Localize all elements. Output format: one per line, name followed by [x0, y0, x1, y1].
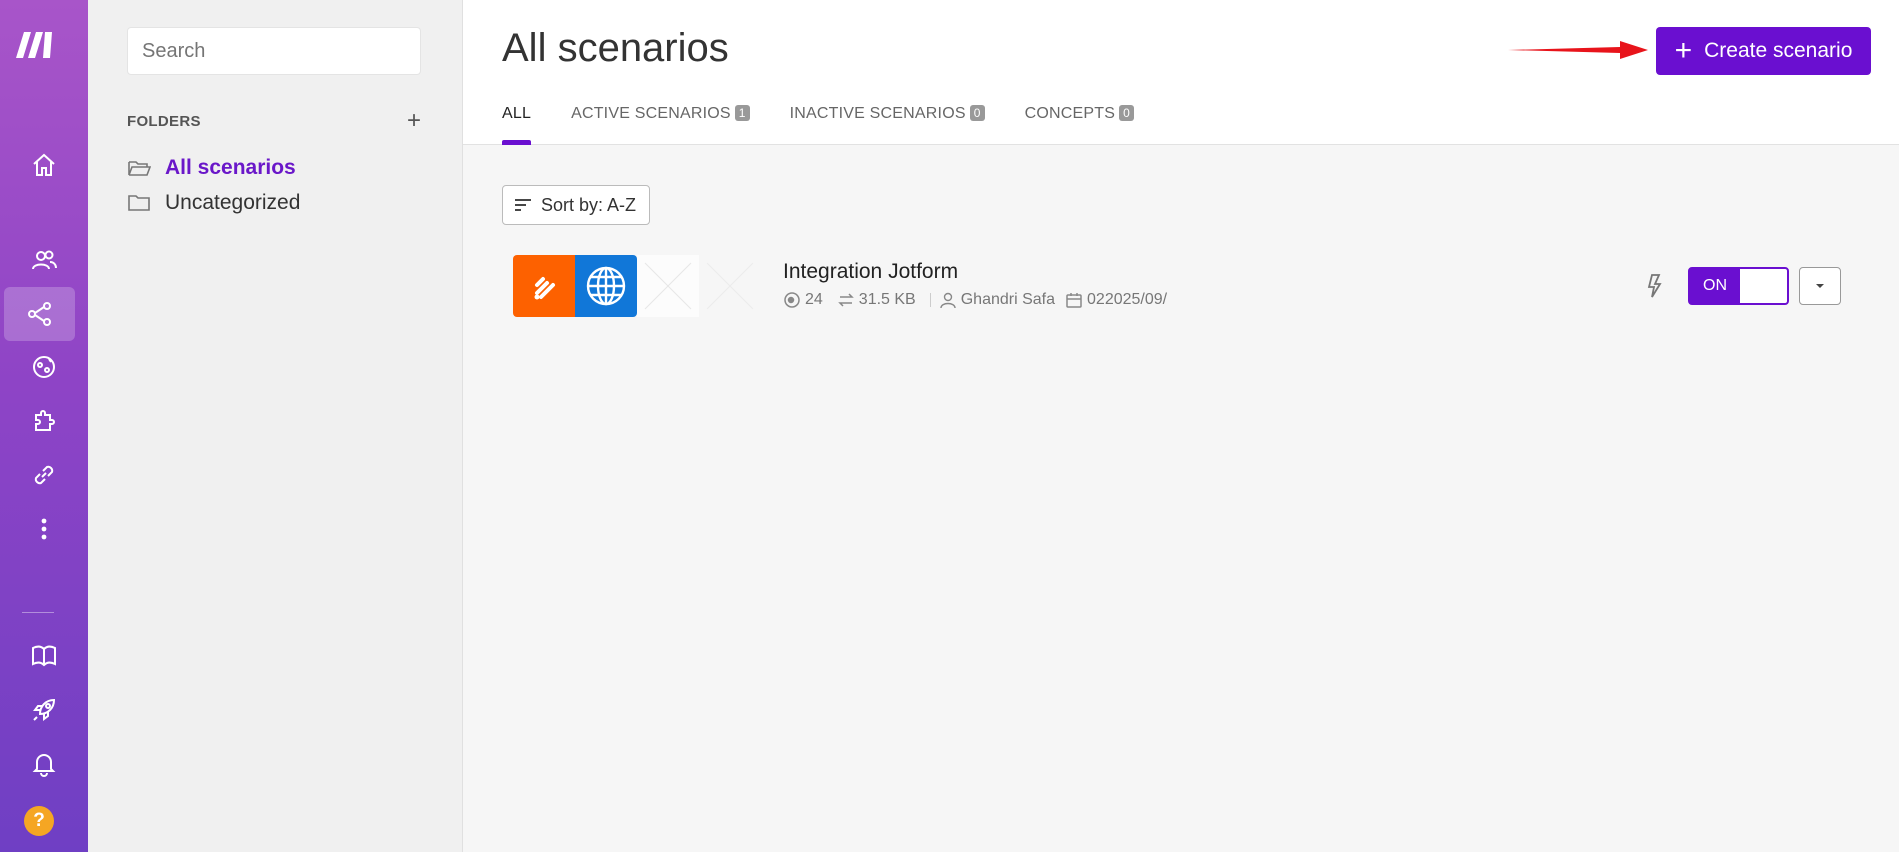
page-title: All scenarios: [502, 26, 729, 70]
folders-header: FOLDERS +: [127, 109, 421, 134]
more-icon[interactable]: [0, 502, 88, 556]
operations-stat: 24: [783, 291, 823, 309]
connections-icon[interactable]: [0, 448, 88, 502]
transfer-icon: [837, 293, 854, 307]
scenarios-icon[interactable]: [4, 287, 75, 341]
scenario-tabs: ALL ACTIVE SCENARIOS 1 INACTIVE SCENARIOS…: [502, 105, 1174, 145]
owner-stat: Ghandri Safa: [939, 291, 1055, 309]
help-icon[interactable]: ?: [24, 806, 54, 836]
calendar-icon: [1066, 293, 1082, 308]
tab-inactive-scenarios[interactable]: INACTIVE SCENARIOS 0: [790, 105, 985, 145]
caret-down-icon: [1816, 284, 1824, 288]
empty-module-placeholder-icon: [637, 255, 699, 317]
tab-concepts[interactable]: CONCEPTS 0: [1025, 105, 1134, 145]
toggle-on-label: ON: [1690, 269, 1740, 303]
scenario-row[interactable]: Integration Jotform 24 31.5 KB Ghandri S…: [502, 250, 1842, 322]
tab-active-scenarios[interactable]: ACTIVE SCENARIOS 1: [571, 105, 750, 145]
date-stat: 022025/09/: [1065, 291, 1167, 309]
launch-icon[interactable]: [0, 683, 88, 737]
logo-icon[interactable]: [14, 26, 62, 62]
apps-icon[interactable]: [0, 394, 88, 448]
scenario-date: 022025/09/: [1087, 291, 1168, 308]
http-globe-icon: [575, 255, 637, 317]
add-folder-button[interactable]: +: [407, 109, 421, 133]
instant-trigger-icon: [1647, 274, 1662, 298]
sort-button[interactable]: Sort by: A-Z: [502, 185, 650, 225]
tab-label: ALL: [502, 105, 532, 122]
tab-label: INACTIVE SCENARIOS: [789, 105, 966, 122]
count-badge: 1: [734, 105, 750, 121]
folder-label: All scenarios: [165, 156, 296, 179]
scenario-name[interactable]: Integration Jotform: [783, 260, 958, 284]
folder-icon: [128, 195, 150, 211]
scenario-options-dropdown[interactable]: [1799, 267, 1841, 305]
search-input[interactable]: [127, 27, 421, 75]
sort-label: Sort by: A-Z: [541, 194, 637, 215]
data-transfer-stat: 31.5 KB: [837, 291, 916, 309]
team-icon[interactable]: [0, 233, 88, 287]
sort-icon: [515, 199, 531, 211]
tab-all[interactable]: ALL: [502, 105, 532, 145]
meta-divider: [929, 293, 931, 307]
create-scenario-label: Create scenario: [1704, 39, 1853, 62]
notifications-icon[interactable]: [0, 737, 88, 791]
red-arrow-annotation: [1508, 41, 1648, 59]
tab-label: CONCEPTS: [1024, 105, 1116, 122]
create-scenario-button[interactable]: + Create scenario: [1656, 27, 1871, 75]
empty-module-placeholder-icon: [699, 255, 761, 317]
user-icon: [940, 292, 956, 309]
main-header: All scenarios + Create scenario ALL ACTI…: [463, 0, 1899, 145]
count-badge: 0: [1119, 105, 1134, 121]
left-rail: ?: [0, 0, 88, 852]
home-icon[interactable]: [0, 138, 88, 192]
data-size: 31.5 KB: [858, 291, 916, 308]
rail-divider: [22, 612, 54, 613]
templates-icon[interactable]: [0, 340, 88, 394]
operations-icon: [784, 292, 800, 308]
owner-name: Ghandri Safa: [960, 291, 1056, 308]
folder-open-icon: [128, 161, 151, 176]
docs-icon[interactable]: [0, 629, 88, 683]
plus-icon: +: [1674, 34, 1693, 67]
folder-uncategorized[interactable]: Uncategorized: [127, 188, 300, 218]
folder-all-scenarios[interactable]: All scenarios: [127, 153, 296, 183]
scenario-meta: 24 31.5 KB Ghandri Safa 022025/09/: [783, 291, 1181, 309]
count-badge: 0: [969, 105, 985, 121]
jotform-app-icon: [513, 255, 575, 317]
folder-label: Uncategorized: [165, 191, 301, 214]
folders-panel: FOLDERS + All scenarios Uncategorized: [88, 0, 463, 852]
scenario-toggle[interactable]: ON: [1688, 267, 1789, 305]
folders-label: FOLDERS: [127, 113, 201, 130]
operations-count: 24: [805, 291, 823, 308]
tab-label: ACTIVE SCENARIOS: [571, 105, 731, 122]
